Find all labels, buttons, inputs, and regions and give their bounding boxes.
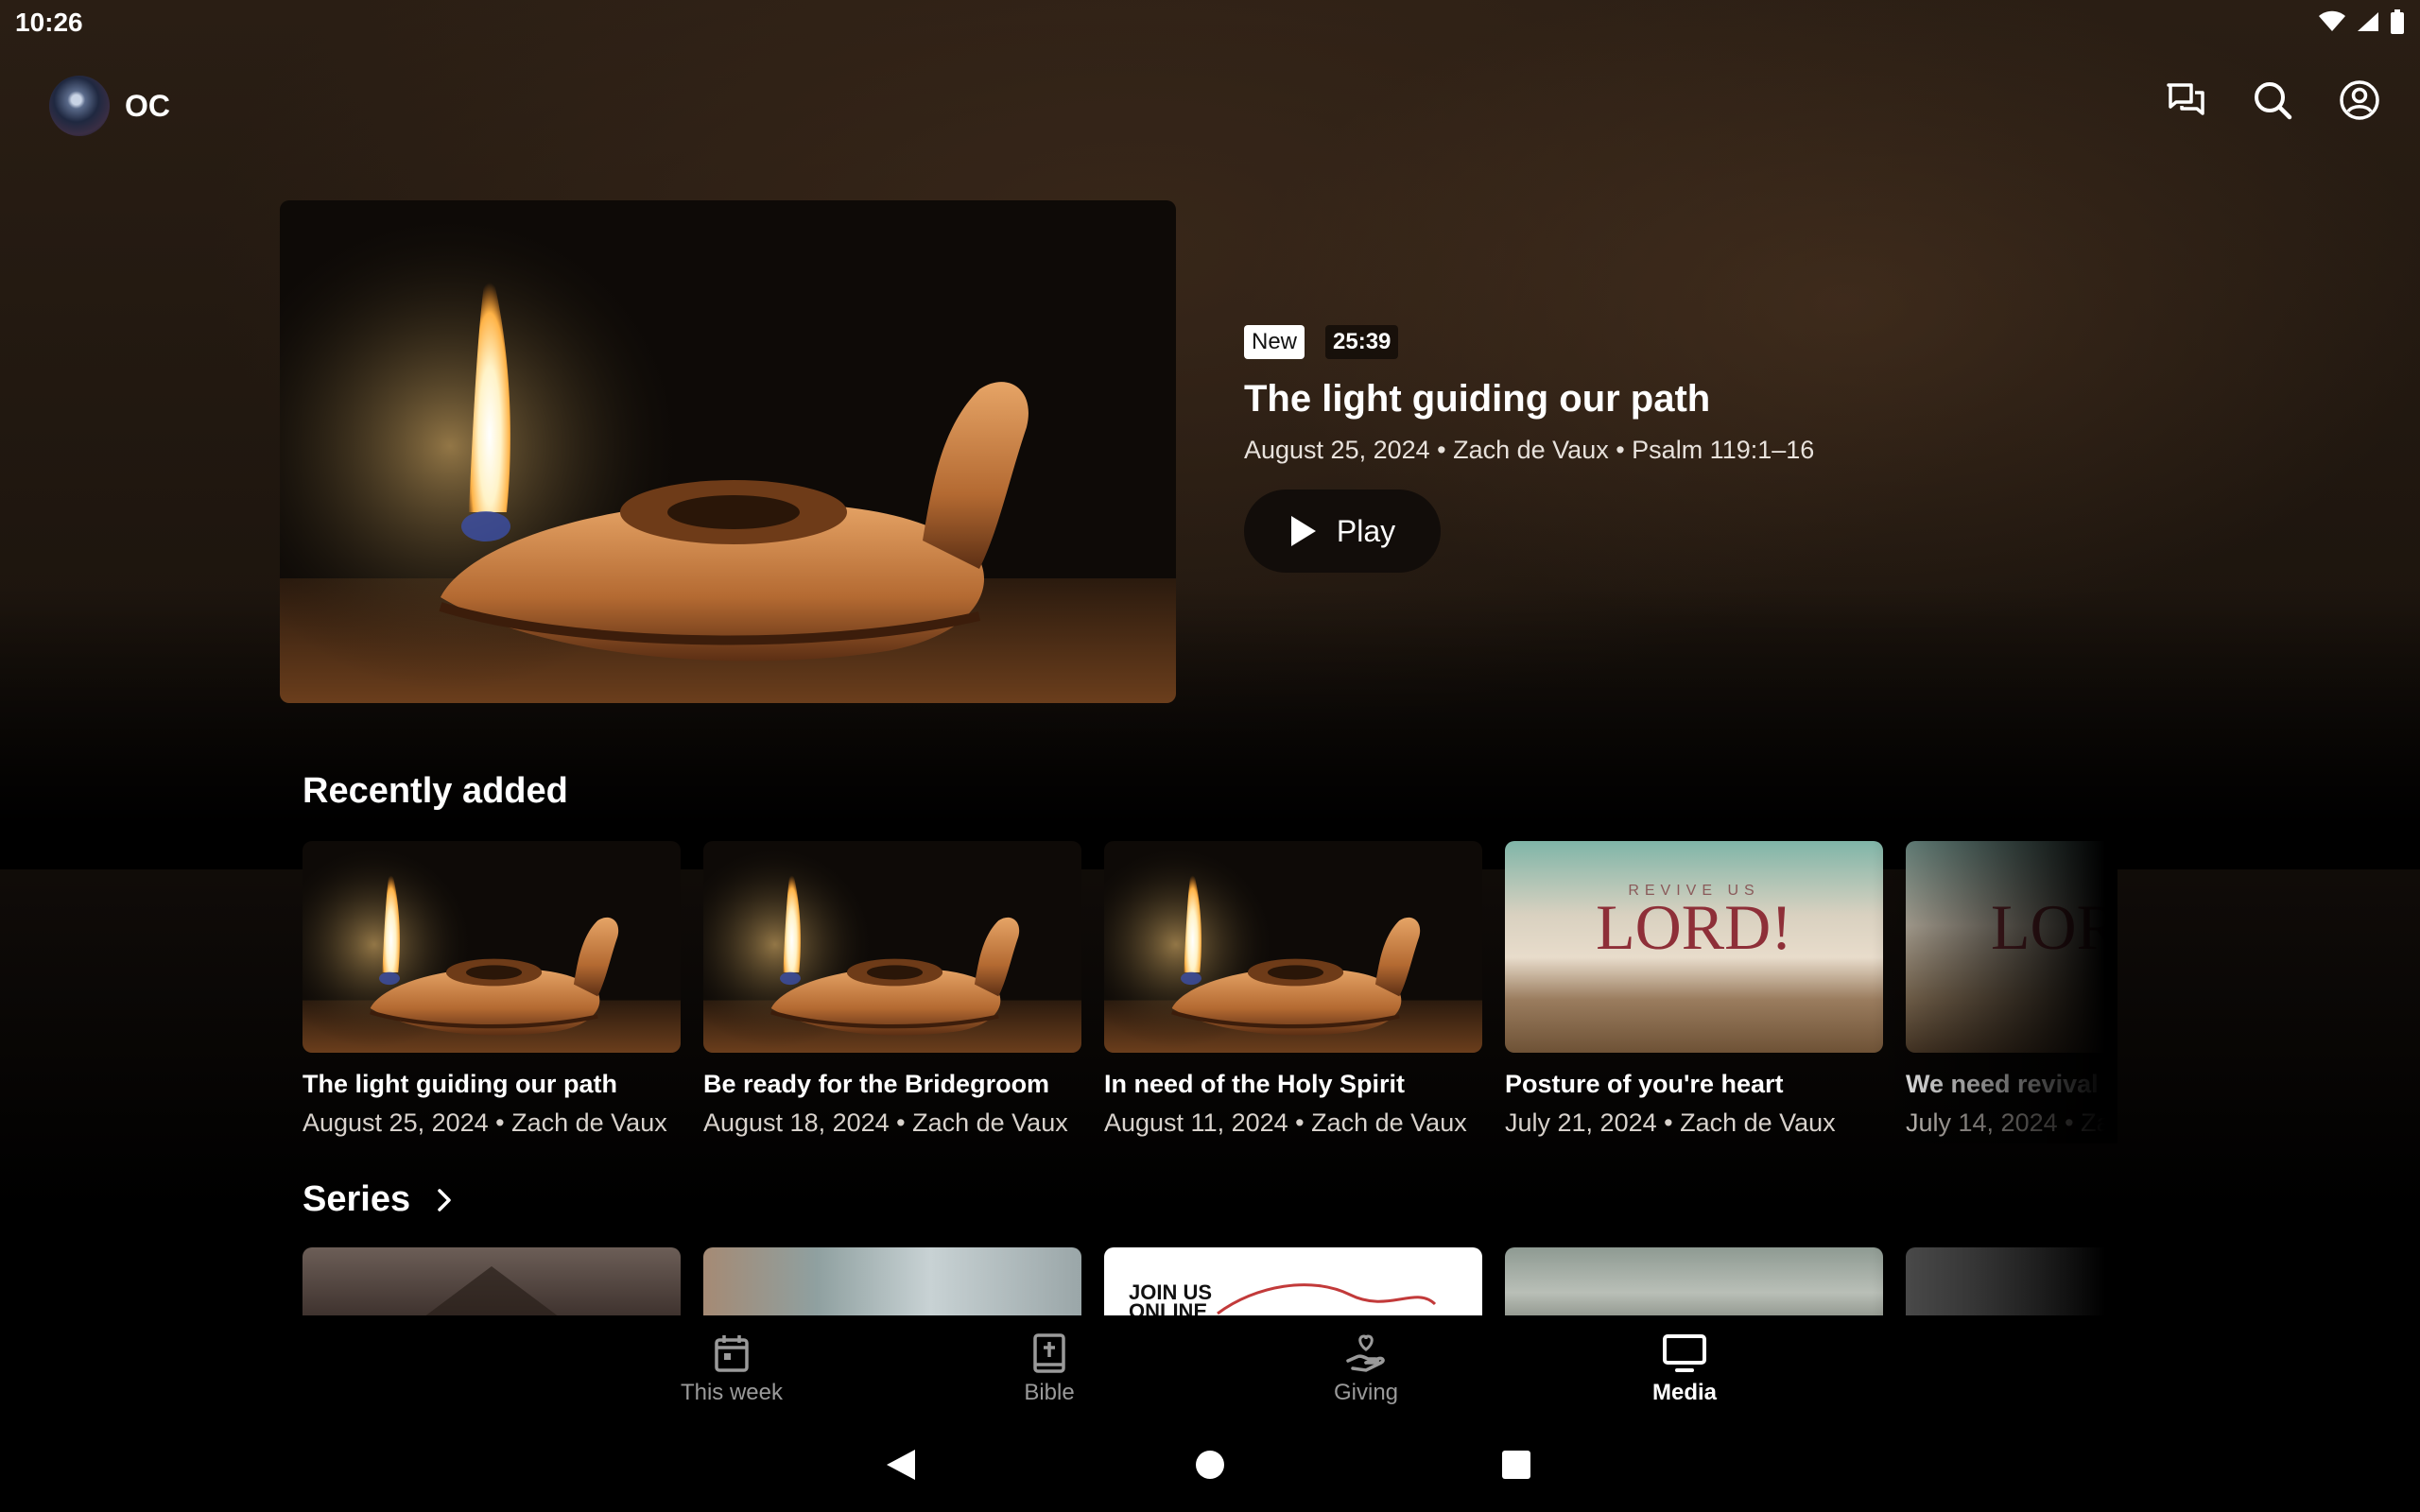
card-meta: August 25, 2024 • Zach de Vaux	[302, 1108, 667, 1137]
card-meta: July 21, 2024 • Zach de Vaux	[1505, 1108, 1836, 1137]
series-card[interactable]	[703, 1247, 1081, 1315]
system-navigation	[0, 1427, 2420, 1512]
chat-icon[interactable]	[2163, 77, 2208, 123]
brand-name: OC	[125, 89, 170, 123]
wifi-icon	[2319, 10, 2345, 31]
search-icon[interactable]	[2250, 77, 2295, 123]
card-title: The light guiding our path	[302, 1070, 617, 1098]
media-card[interactable]: LORD! We need revival July 14, 2024 • Za…	[1906, 841, 2118, 1138]
signal-icon	[2358, 12, 2378, 31]
battery-icon	[2391, 9, 2404, 34]
series-card[interactable]	[302, 1247, 681, 1315]
pyramid-art	[425, 1266, 558, 1315]
series-card[interactable]: JOIN US ONLINE	[1104, 1247, 1482, 1315]
duration-badge: 25:39	[1325, 325, 1399, 359]
play-icon	[1290, 516, 1316, 546]
monitor-icon	[1663, 1334, 1706, 1372]
church-logo[interactable]	[49, 76, 110, 136]
nav-label: This week	[680, 1380, 784, 1405]
nav-label: Media	[1651, 1380, 1717, 1405]
series-title[interactable]: Series	[302, 1179, 454, 1220]
series-card[interactable]	[1906, 1247, 2118, 1315]
card-thumbnail	[302, 841, 681, 1053]
chevron-right-icon[interactable]	[435, 1187, 454, 1213]
status-bar: 10:26	[0, 0, 2420, 45]
play-button[interactable]: Play	[1244, 490, 1441, 573]
recently-added-title: Recently added	[302, 771, 568, 812]
recents-icon[interactable]	[1501, 1450, 1531, 1480]
card-thumbnail: LORD!	[1906, 841, 2118, 1053]
bottom-navigation: This week Bible Giving Media	[0, 1315, 2420, 1427]
hero-thumbnail[interactable]	[280, 200, 1176, 703]
oil-lamp-image	[280, 200, 1176, 703]
hero-info: New 25:39 The light guiding our path Aug…	[1244, 325, 2095, 573]
nav-label: Giving	[1333, 1380, 1399, 1405]
home-icon[interactable]	[1195, 1450, 1225, 1480]
top-actions	[2163, 77, 2382, 123]
account-icon[interactable]	[2337, 77, 2382, 123]
nav-media[interactable]: Media	[1581, 1332, 1789, 1406]
top-bar: OC	[0, 68, 2420, 144]
card-meta: August 11, 2024 • Zach de Vaux	[1104, 1108, 1467, 1137]
hero-badges: New 25:39	[1244, 325, 2095, 359]
calendar-icon	[715, 1335, 749, 1372]
giving-icon	[1346, 1334, 1385, 1372]
play-label: Play	[1336, 513, 1396, 548]
hero-title: The light guiding our path	[1244, 378, 1711, 420]
series-heading: Series	[302, 1179, 411, 1219]
card-title: Be ready for the Bridegroom	[703, 1070, 1050, 1098]
bible-icon	[1033, 1333, 1065, 1373]
card-meta: July 14, 2024 • Zach de Vaux	[1906, 1108, 2118, 1137]
card-thumbnail	[1104, 841, 1482, 1053]
series-rail: JOIN US ONLINE	[302, 1247, 2118, 1315]
media-card[interactable]: In need of the Holy Spirit August 11, 20…	[1104, 841, 1482, 1138]
card-thumbnail: REVIVE US LORD!	[1505, 841, 1883, 1053]
back-icon[interactable]	[885, 1448, 917, 1482]
lord-title-art: LORD!	[1596, 891, 1792, 963]
media-card[interactable]: The light guiding our path August 25, 20…	[302, 841, 681, 1138]
nav-bible[interactable]: Bible	[945, 1332, 1153, 1406]
card-title: We need revival	[1906, 1070, 2099, 1098]
media-card[interactable]: Be ready for the Bridegroom August 18, 2…	[703, 841, 1081, 1138]
card-thumbnail	[703, 841, 1081, 1053]
card-title: Posture of you're heart	[1505, 1070, 1784, 1098]
card-meta: August 18, 2024 • Zach de Vaux	[703, 1108, 1068, 1137]
media-card[interactable]: REVIVE US LORD! Posture of you're heart …	[1505, 841, 1883, 1138]
join-us-online-text: JOIN US ONLINE	[1129, 1280, 1213, 1316]
card-title: In need of the Holy Spirit	[1104, 1070, 1406, 1098]
new-badge: New	[1244, 325, 1305, 359]
nav-giving[interactable]: Giving	[1262, 1332, 1470, 1406]
status-icons	[2318, 9, 2405, 34]
recently-added-rail: The light guiding our path August 25, 20…	[302, 841, 2118, 1143]
series-card[interactable]	[1505, 1247, 1883, 1315]
lord-title-art: LORD!	[1991, 891, 2118, 963]
recently-added-heading: Recently added	[302, 771, 568, 811]
status-time: 10:26	[15, 8, 83, 37]
hero-meta: August 25, 2024 • Zach de Vaux • Psalm 1…	[1244, 436, 1815, 464]
nav-this-week[interactable]: This week	[628, 1332, 836, 1406]
nav-label: Bible	[1024, 1380, 1075, 1405]
